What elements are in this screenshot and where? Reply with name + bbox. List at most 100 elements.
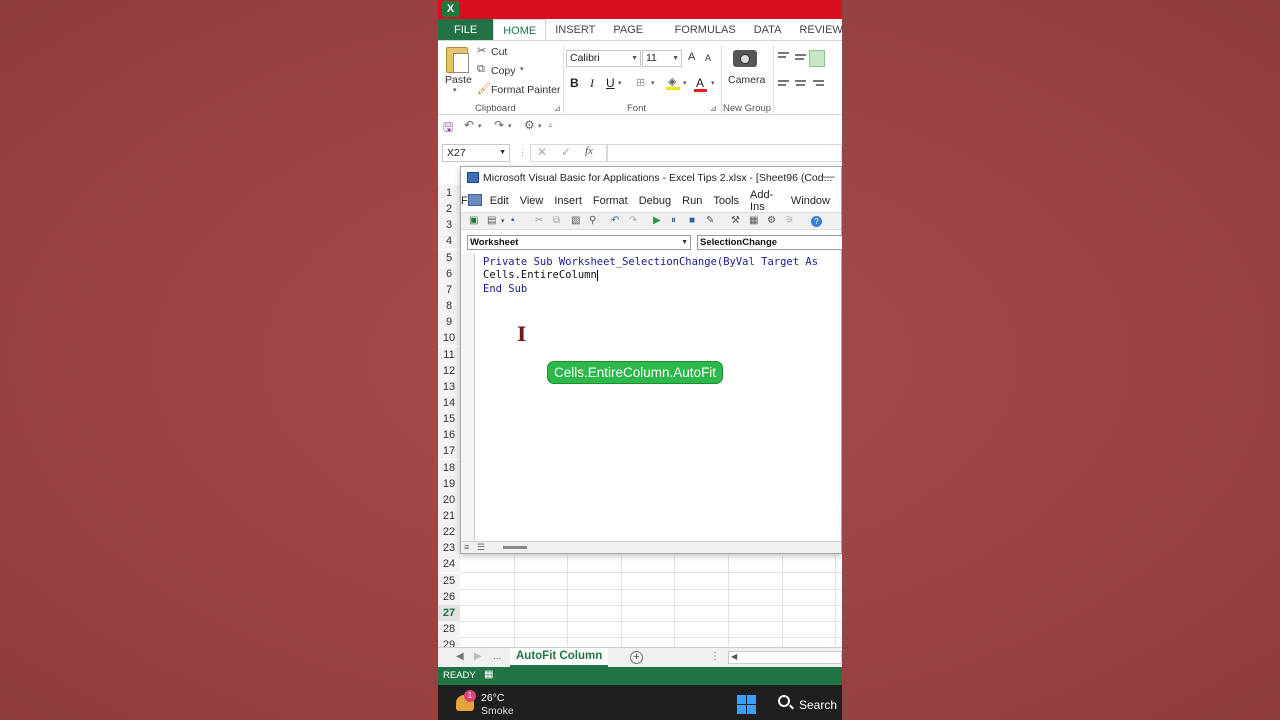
row-header[interactable]: 9 — [438, 314, 460, 330]
cut-button[interactable]: Cut — [491, 46, 507, 58]
horizontal-scrollbar[interactable]: ≡ ☰ — [461, 541, 841, 553]
undo-icon[interactable]: ↶ — [464, 118, 474, 132]
undo-icon[interactable]: ↶ — [611, 215, 619, 226]
reset-icon[interactable]: ■ — [689, 215, 695, 226]
tab-page-layout[interactable]: PAGE LAYOUT — [604, 19, 665, 58]
menu-tools[interactable]: Tools — [713, 195, 739, 207]
sheet-more-button[interactable]: ... — [493, 651, 501, 662]
cut-icon[interactable]: ✂ — [535, 215, 543, 226]
save-icon[interactable]: ▪ — [511, 215, 515, 226]
paste-button[interactable]: Paste — [445, 74, 472, 86]
save-icon[interactable]: 🖫 — [443, 118, 453, 139]
break-icon[interactable]: ⏸ — [671, 215, 676, 226]
macro-record-icon[interactable]: ▦ — [484, 669, 493, 680]
align-middle-icon[interactable] — [795, 54, 806, 56]
scroll-thumb[interactable] — [503, 546, 527, 549]
underline-dropdown-icon[interactable]: ▾ — [618, 79, 622, 87]
object-browser-icon[interactable]: ⚙ — [767, 215, 776, 226]
menu-format[interactable]: Format — [593, 195, 628, 207]
tab-file[interactable]: FILE — [438, 19, 494, 40]
paste-dropdown-icon[interactable]: ▾ — [453, 86, 457, 94]
tab-home[interactable]: HOME — [493, 19, 547, 40]
insert-dropdown-icon[interactable]: ▾ — [501, 217, 505, 225]
copy-icon[interactable]: ⧉ — [553, 215, 560, 226]
tab-data[interactable]: DATA — [745, 19, 791, 40]
search-icon[interactable] — [778, 695, 790, 707]
menu-run[interactable]: Run — [682, 195, 702, 207]
align-bottom-icon[interactable] — [809, 50, 825, 67]
row-header[interactable]: 10 — [438, 330, 460, 346]
tab-review[interactable]: REVIEW — [790, 19, 842, 40]
copy-dropdown-icon[interactable]: ▾ — [520, 65, 524, 73]
font-launcher-icon[interactable]: ⊿ — [710, 104, 717, 113]
row-header[interactable]: 5 — [438, 250, 460, 266]
code-line[interactable]: Cells.EntireColumn — [483, 269, 598, 281]
row-header[interactable]: 20 — [438, 492, 460, 508]
row-header[interactable]: 26 — [438, 589, 460, 605]
redo-icon[interactable]: ↷ — [494, 118, 504, 132]
weather-condition-text[interactable]: Smoke — [481, 705, 514, 717]
add-sheet-icon[interactable]: + — [630, 651, 643, 664]
name-box[interactable]: X27 ▼ — [442, 144, 510, 162]
row-header[interactable]: 13 — [438, 379, 460, 395]
help-icon[interactable]: ? — [811, 216, 822, 227]
paste-icon[interactable] — [446, 47, 469, 73]
row-header[interactable]: 21 — [438, 508, 460, 524]
bold-button[interactable]: B — [570, 76, 579, 90]
row-header[interactable]: 25 — [438, 573, 460, 589]
temperature-text[interactable]: 26°C — [481, 692, 504, 704]
windows-start-icon[interactable] — [737, 695, 756, 714]
row-header[interactable]: 7 — [438, 282, 460, 298]
full-module-view-icon[interactable]: ☰ — [477, 542, 485, 553]
menu-add-ins[interactable]: Add-Ins — [750, 189, 780, 213]
sheet-tab-autofit-column[interactable]: AutoFit Column — [510, 648, 609, 667]
shrink-font-button[interactable]: A — [705, 53, 711, 63]
row-header[interactable]: 3 — [438, 217, 460, 233]
settings-icon[interactable]: ⚙ — [524, 118, 535, 132]
row-header[interactable]: 11 — [438, 347, 460, 363]
check-icon[interactable]: ✓ — [561, 145, 571, 159]
project-explorer-icon[interactable]: ⚒ — [731, 215, 740, 226]
prev-sheet-icon[interactable]: ◀ — [456, 651, 464, 662]
align-right-icon[interactable] — [813, 80, 824, 82]
camera-icon[interactable] — [733, 50, 757, 67]
font-name-select[interactable]: Calibri ▼ — [566, 50, 641, 67]
paste-icon[interactable]: ▧ — [571, 215, 580, 226]
font-color-button[interactable]: A — [696, 76, 704, 90]
tab-insert[interactable]: INSERT — [546, 19, 604, 40]
borders-dropdown-icon[interactable]: ▾ — [651, 79, 655, 87]
clipboard-launcher-icon[interactable]: ⊿ — [554, 104, 561, 113]
menu-insert[interactable]: Insert — [554, 195, 582, 207]
tab-split-grip-icon[interactable]: ⋮ — [710, 651, 720, 662]
customize-qat-icon[interactable]: ⩡ — [548, 121, 553, 131]
font-color-dropdown-icon[interactable]: ▾ — [711, 79, 715, 87]
row-header[interactable]: 28 — [438, 621, 460, 637]
redo-dropdown-icon[interactable]: ▾ — [508, 122, 512, 130]
row-header[interactable]: 16 — [438, 427, 460, 443]
row-header[interactable]: 12 — [438, 363, 460, 379]
underline-button[interactable]: U — [606, 76, 615, 90]
excel-view-icon[interactable]: ▣ — [469, 215, 478, 226]
align-left-icon[interactable] — [778, 80, 789, 82]
formula-input[interactable] — [606, 144, 842, 162]
camera-button[interactable]: Camera — [728, 74, 765, 86]
procedure-dropdown[interactable]: SelectionChange — [697, 235, 842, 250]
minimize-icon[interactable]: — — [823, 169, 835, 183]
scroll-left-icon[interactable]: ◀ — [731, 652, 737, 661]
menu-view[interactable]: View — [520, 195, 544, 207]
insert-module-icon[interactable]: ▤ — [487, 215, 496, 226]
borders-icon[interactable]: ⊞ — [636, 76, 645, 89]
find-icon[interactable]: ⚲ — [589, 215, 596, 226]
row-header[interactable]: 2 — [438, 201, 460, 217]
row-header[interactable]: 27 — [438, 605, 460, 621]
code-line[interactable]: Private Sub Worksheet_SelectionChange(By… — [483, 256, 818, 268]
menu-edit[interactable]: Edit — [490, 195, 509, 207]
align-top-icon[interactable] — [778, 52, 789, 54]
redo-icon[interactable]: ↷ — [629, 215, 637, 226]
sheet-horizontal-scrollbar[interactable]: ◀ — [728, 651, 842, 664]
object-dropdown[interactable]: Worksheet ▼ — [467, 235, 691, 250]
code-line[interactable]: End Sub — [483, 283, 527, 295]
next-sheet-icon[interactable]: ▶ — [474, 651, 482, 662]
row-header[interactable]: 24 — [438, 556, 460, 572]
row-header[interactable]: 15 — [438, 411, 460, 427]
